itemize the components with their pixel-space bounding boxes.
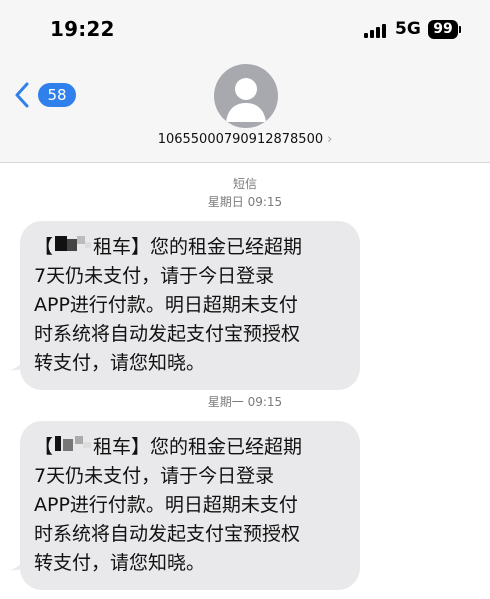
message-line: APP进行付款。明日超期未支付 (34, 294, 298, 316)
message-text: 租车】您的租金已经超期 (93, 436, 303, 458)
conversation-header: 58 10655000790912878500 › (0, 56, 490, 163)
message-timestamp: 星期一 09:15 (207, 395, 283, 409)
message-line: 7天仍未支付，请于今日登录 (34, 265, 275, 287)
redacted-block (53, 233, 93, 262)
bubble-tail (10, 355, 30, 371)
battery-icon: 99 (428, 20, 458, 39)
status-bar: 19:22 5G 99 (0, 0, 490, 56)
chevron-right-icon: › (327, 132, 333, 147)
message-bubble[interactable]: 【租车】您的租金已经超期 7天仍未支付，请于今日登录 APP进行付款。明日超期未… (20, 221, 360, 390)
back-button[interactable]: 58 (14, 80, 76, 110)
message-thread[interactable]: 短信 星期日 09:15 【租车】您的租金已经超期 7天仍未支付，请于今日登录 … (0, 163, 490, 599)
message-line: 【租车】您的租金已经超期 (34, 433, 346, 462)
service-label: 短信 (232, 177, 257, 191)
unread-count-badge: 58 (38, 83, 76, 107)
network-type: 5G (395, 19, 421, 39)
message-timestamp: 星期日 09:15 (207, 195, 283, 209)
message-bubble[interactable]: 【租车】您的租金已经超期 7天仍未支付，请于今日登录 APP进行付款。明日超期未… (20, 421, 360, 590)
message-line: APP进行付款。明日超期未支付 (34, 494, 298, 516)
redacted-block (53, 433, 93, 462)
contact-avatar[interactable] (214, 64, 278, 128)
message-line: 7天仍未支付，请于今日登录 (34, 465, 275, 487)
message-line: 时系统将自动发起支付宝预授权 (34, 523, 301, 545)
status-time: 19:22 (50, 17, 115, 41)
contact-name-button[interactable]: 10655000790912878500 › (0, 132, 490, 147)
contact-number: 10655000790912878500 (157, 132, 324, 147)
message-line: 时系统将自动发起支付宝预授权 (34, 323, 301, 345)
battery-tip (459, 26, 461, 33)
message-line: 【租车】您的租金已经超期 (34, 233, 346, 262)
messages-screen: 19:22 5G 99 58 10655000790912878500 › 短信… (0, 0, 490, 599)
chevron-left-icon (15, 82, 29, 108)
bubble-tail (10, 555, 30, 571)
message-line: 转支付，请您知晓。 (34, 552, 206, 574)
person-placeholder-icon (226, 78, 266, 122)
battery-level: 99 (433, 21, 453, 37)
cellular-signal-icon (364, 24, 388, 38)
message-line: 转支付，请您知晓。 (34, 352, 206, 374)
message-text: 租车】您的租金已经超期 (93, 236, 303, 258)
